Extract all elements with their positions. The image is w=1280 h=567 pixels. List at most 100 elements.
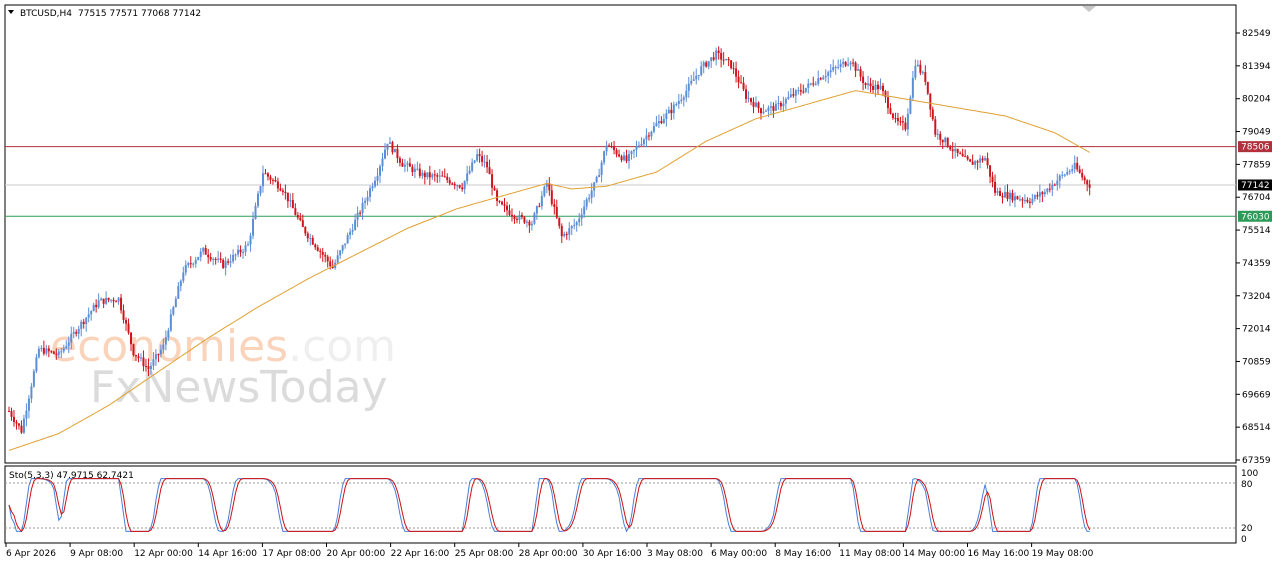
candle-body <box>1008 192 1011 199</box>
candle-body <box>535 206 538 214</box>
candle-body <box>1013 196 1016 201</box>
candle-body <box>655 123 658 127</box>
candle-body <box>1076 162 1079 170</box>
candle-body <box>906 113 909 130</box>
candle-body <box>603 151 606 163</box>
price-chart[interactable]: economies.com FxNewsToday BTCUSD,H4 7751… <box>0 0 1280 567</box>
candle-body <box>819 78 822 80</box>
candle-body <box>413 168 416 173</box>
candle-body <box>311 237 314 245</box>
candle-body <box>294 208 297 215</box>
candle-body <box>65 346 68 349</box>
stoch-axis-80: 80 <box>1241 480 1253 490</box>
candle-body <box>510 214 513 217</box>
candle-body <box>929 93 932 110</box>
candle-body <box>401 162 404 167</box>
candle-body <box>224 261 227 268</box>
candle-body <box>772 106 775 111</box>
candle-body <box>134 355 137 357</box>
candle-body <box>989 165 992 177</box>
candle-body <box>32 371 35 387</box>
price-axis-label: 77859 <box>1242 160 1271 170</box>
candle-body <box>411 166 414 173</box>
candle-body <box>209 257 212 260</box>
candle-body <box>769 106 772 108</box>
candle-body <box>904 122 907 130</box>
candle-body <box>735 68 738 77</box>
candle-body <box>162 344 165 350</box>
candle-body <box>954 148 957 152</box>
candle-body <box>17 423 20 426</box>
candle-body <box>881 85 884 92</box>
candle-body <box>50 351 53 353</box>
candle-body <box>498 200 501 202</box>
candle-body <box>12 416 15 423</box>
candle-body <box>662 119 665 124</box>
candle-body <box>1066 171 1069 175</box>
candle-body <box>324 254 327 257</box>
candle-body <box>839 63 842 67</box>
price-axis-label: 73204 <box>1242 292 1271 302</box>
candle-body <box>869 83 872 87</box>
candle-body <box>715 50 718 60</box>
candle-body <box>271 179 274 181</box>
candle-body <box>229 261 232 263</box>
candle-body <box>665 113 668 120</box>
candle-body <box>421 172 424 176</box>
candle-body <box>453 183 456 186</box>
candle-body <box>799 90 802 92</box>
candle-body <box>102 298 105 304</box>
candle-body <box>319 250 322 252</box>
candle-body <box>817 78 820 84</box>
candle-body <box>463 180 466 190</box>
candle-body <box>857 69 860 71</box>
candle-body <box>525 221 528 223</box>
candle-body <box>75 331 78 334</box>
candle-body <box>824 76 827 78</box>
candle-body <box>842 61 845 64</box>
candle-body <box>645 135 648 140</box>
candle-body <box>125 320 128 324</box>
candle-body <box>456 185 459 187</box>
candle-body <box>580 214 583 219</box>
svg-text:77142: 77142 <box>1241 181 1270 191</box>
candle-body <box>356 212 359 220</box>
candle-body <box>40 347 43 349</box>
candle-body <box>807 83 810 88</box>
candle-body <box>62 348 65 352</box>
candle-body <box>154 354 157 360</box>
candle-body <box>366 197 369 201</box>
candle-body <box>112 299 115 302</box>
candle-body <box>90 311 93 315</box>
candle-body <box>732 68 735 70</box>
candle-body <box>144 366 147 368</box>
candle-body <box>553 204 556 207</box>
candle-body <box>259 186 262 194</box>
candle-body <box>122 310 125 321</box>
candle-body <box>232 254 235 262</box>
candle-body <box>503 204 506 206</box>
time-axis-label: 30 Apr 16:00 <box>583 549 642 559</box>
candle-body <box>451 183 454 185</box>
candle-body <box>911 77 914 98</box>
candle-body <box>369 188 372 198</box>
candle-body <box>862 76 865 84</box>
candle-body <box>1048 188 1051 190</box>
candle-body <box>632 149 635 152</box>
time-axis-label: 19 May 08:00 <box>1032 549 1094 559</box>
ohlc-label: 77515 77571 77068 77142 <box>78 9 201 19</box>
candle-body <box>926 81 929 94</box>
candle-body <box>802 91 805 93</box>
candle-body <box>316 247 319 251</box>
candle-body <box>986 158 989 166</box>
candle-body <box>306 233 309 239</box>
candle-body <box>431 174 434 178</box>
candle-body <box>623 155 626 161</box>
candle-body <box>994 181 997 193</box>
candle-body <box>461 187 464 190</box>
candle-body <box>274 180 277 182</box>
candle-body <box>219 258 222 260</box>
candle-body <box>946 137 949 147</box>
time-axis-label: 28 Apr 00:00 <box>519 549 578 559</box>
candle-body <box>849 62 852 65</box>
